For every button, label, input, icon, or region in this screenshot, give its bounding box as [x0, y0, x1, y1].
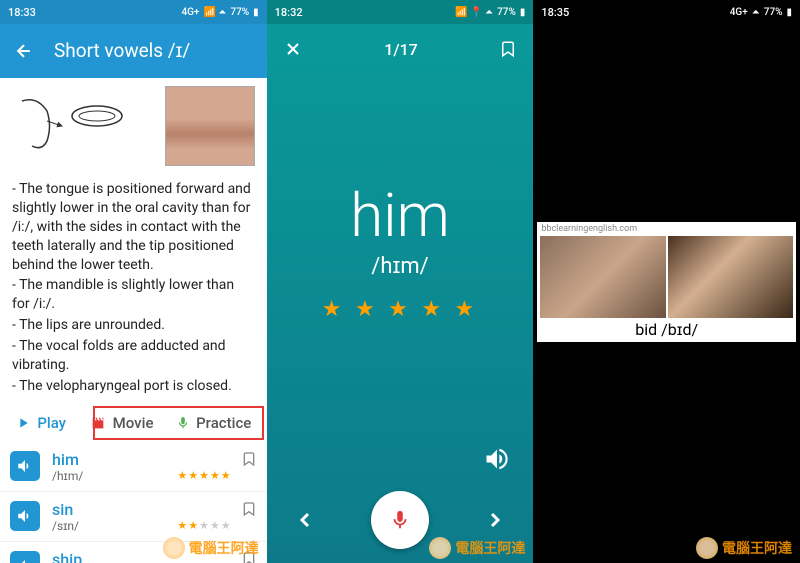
- flashcard-word: him: [267, 180, 534, 251]
- clock: 18:35: [541, 6, 569, 19]
- watermark: 電腦王阿達: [696, 537, 792, 559]
- next-button[interactable]: [483, 508, 507, 532]
- screen-video: 18:35 4G+ ⏶ 77% ▮ bbclearningenglish.com…: [533, 0, 800, 563]
- word-row[interactable]: him /hɪm/ ★★★★★: [0, 442, 267, 491]
- video-frame[interactable]: bbclearningenglish.com bid /bɪd/: [537, 222, 796, 342]
- audio-button[interactable]: [10, 551, 40, 563]
- screen-instruction: 18:33 4G+ 📶 ⏶ 77% ▮ Short vowels /ɪ/ - T…: [0, 0, 267, 563]
- bookmark-button[interactable]: [499, 39, 517, 59]
- status-bar: 18:33 4G+ 📶 ⏶ 77% ▮: [0, 0, 267, 24]
- bookmark-icon[interactable]: [241, 500, 257, 518]
- video-faces: [537, 236, 796, 318]
- record-button[interactable]: [371, 491, 429, 549]
- rating-stars: ★★★★★: [177, 519, 231, 532]
- status-indicators: 📶 📍 ⏶ 77% ▮: [455, 7, 525, 18]
- card-counter: 1/17: [384, 40, 418, 59]
- word-text: him: [52, 450, 241, 469]
- page-title: Short vowels /ɪ/: [54, 39, 190, 63]
- flashcard-stars: ★ ★ ★ ★ ★: [267, 297, 534, 322]
- speaker-button[interactable]: [483, 445, 511, 473]
- status-bar: 18:35 4G+ ⏶ 77% ▮: [533, 0, 800, 24]
- illustration-row: [0, 78, 267, 174]
- face-side: [540, 236, 665, 318]
- word-text: sin: [52, 500, 241, 519]
- app-header: Short vowels /ɪ/: [0, 24, 267, 78]
- back-button[interactable]: [14, 41, 34, 61]
- watermark: 電腦王阿達: [429, 537, 525, 559]
- mouth-diagram: [12, 86, 132, 166]
- play-button[interactable]: Play: [15, 414, 66, 432]
- flashcard-content: him /hɪm/ ★ ★ ★ ★ ★: [267, 180, 534, 322]
- video-caption: bid /bɪd/: [537, 318, 796, 340]
- watermark: 電腦王阿達: [163, 537, 259, 559]
- bookmark-icon[interactable]: [241, 450, 257, 468]
- flashcard-phonetic: /hɪm/: [267, 253, 534, 279]
- audio-button[interactable]: [10, 501, 40, 531]
- flashcard-nav: 1/17: [267, 24, 534, 74]
- mouth-photo: [165, 86, 255, 166]
- audio-button[interactable]: [10, 451, 40, 481]
- status-bar: 18:32 📶 📍 ⏶ 77% ▮: [267, 0, 534, 24]
- status-indicators: 4G+ ⏶ 77% ▮: [730, 7, 792, 18]
- clock: 18:32: [275, 6, 303, 19]
- face-front: [668, 236, 793, 318]
- close-button[interactable]: [283, 39, 303, 59]
- action-bar: Play Movie Practice: [0, 404, 267, 442]
- description-text: - The tongue is positioned forward and s…: [0, 174, 267, 404]
- movie-button[interactable]: Movie: [89, 414, 154, 432]
- video-source: bbclearningenglish.com: [537, 222, 796, 236]
- screen-flashcard: 18:32 📶 📍 ⏶ 77% ▮ 1/17 him /hɪm/ ★ ★ ★ ★…: [267, 0, 534, 563]
- prev-button[interactable]: [293, 508, 317, 532]
- rating-stars: ★★★★★: [177, 469, 231, 482]
- status-indicators: 4G+ 📶 ⏶ 77% ▮: [181, 7, 258, 18]
- practice-button[interactable]: Practice: [176, 414, 251, 432]
- clock: 18:33: [8, 6, 36, 19]
- word-row[interactable]: sin /sɪn/ ★★★★★: [0, 492, 267, 541]
